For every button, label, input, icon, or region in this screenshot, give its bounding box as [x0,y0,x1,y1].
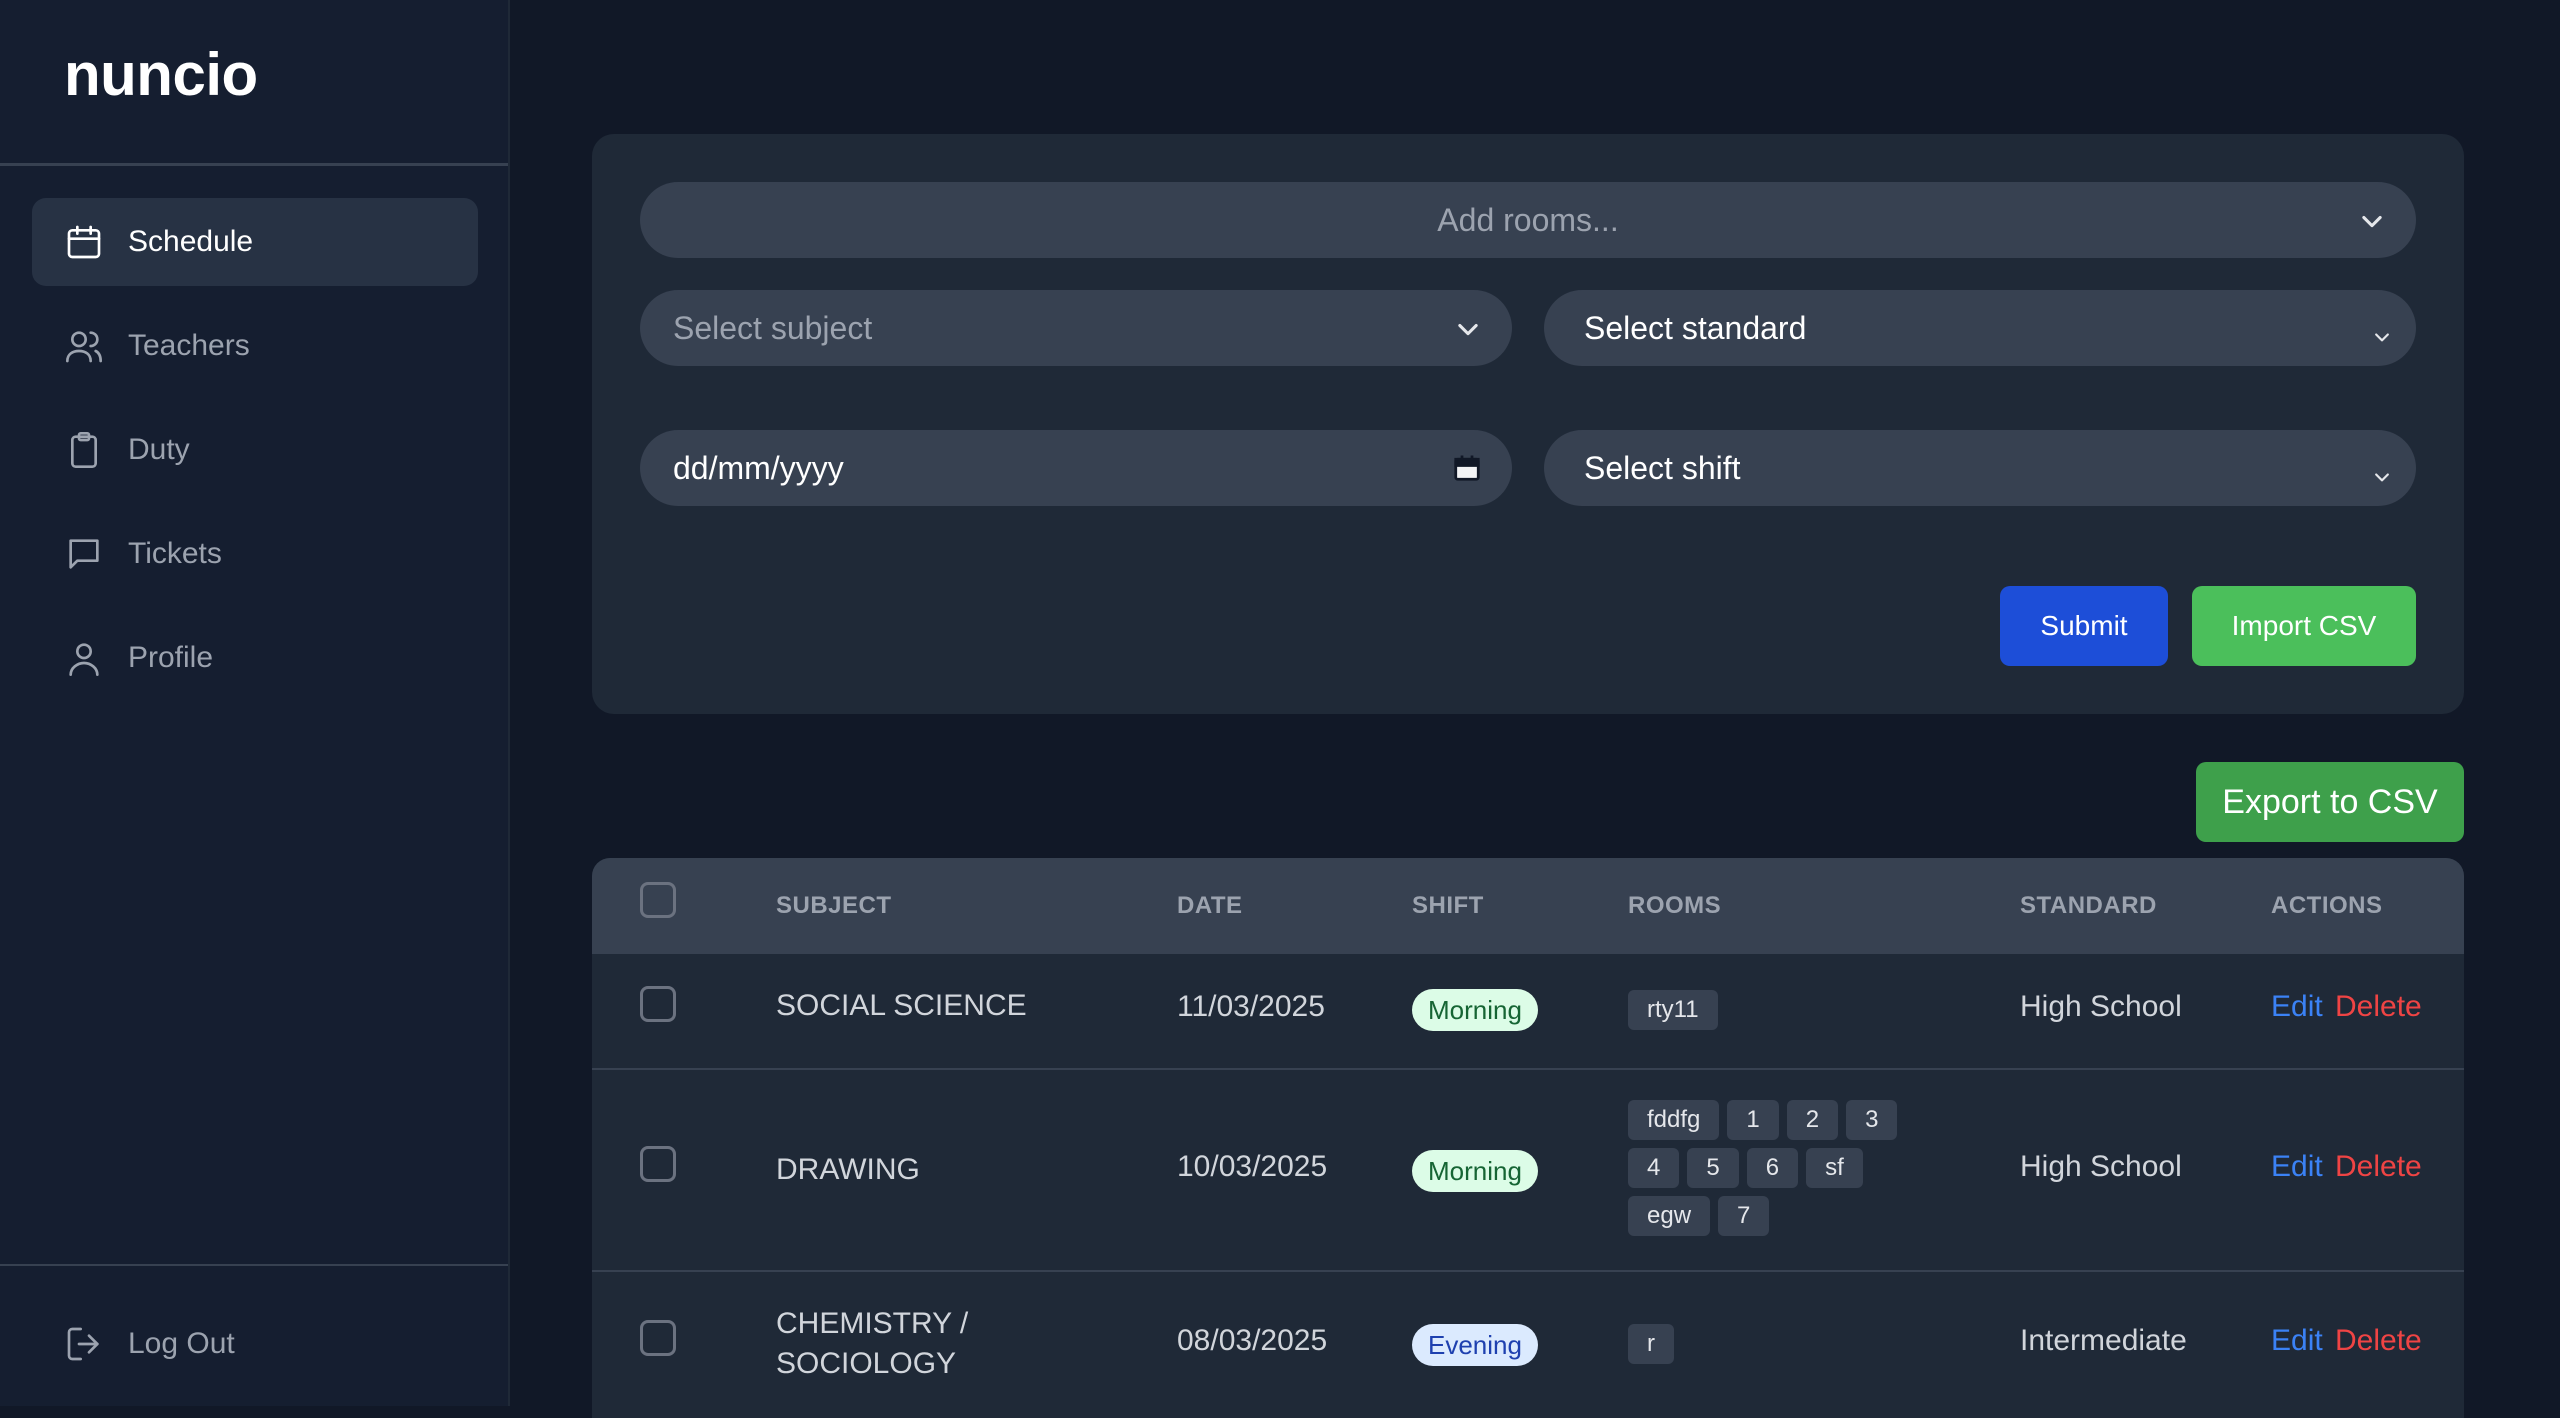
sidebar-item-profile[interactable]: Profile [32,614,478,702]
user-icon [64,638,104,678]
logout-button[interactable]: Log Out [32,1300,478,1388]
table-row: CHEMISTRY / SOCIOLOGY 08/03/2025 Evening… [592,1270,2464,1418]
sidebar-item-duty[interactable]: Duty [32,406,478,494]
rooms-cell: fddfg 1 2 3 4 5 6 sf egw 7 [1628,1100,1918,1236]
export-csv-button[interactable]: Export to CSV [2196,762,2464,842]
sidebar-item-label: Tickets [128,537,222,570]
chevron-down-icon [1454,314,1482,342]
sidebar: nuncio Schedule Teachers Duty Tickets Pr… [0,0,510,1406]
submit-button[interactable]: Submit [2000,586,2168,666]
date-input[interactable]: dd/mm/yyyy [640,430,1512,506]
rooms-multiselect[interactable]: Add rooms... [640,182,2416,258]
standard-cell: High School [2020,990,2182,1023]
date-placeholder: dd/mm/yyyy [673,449,844,486]
row-checkbox[interactable] [640,1320,676,1356]
room-tag: egw [1628,1196,1711,1236]
delete-link[interactable]: Delete [2335,1150,2422,1184]
logout-label: Log Out [128,1327,235,1360]
rooms-placeholder: Add rooms... [1437,201,1619,238]
select-all-checkbox[interactable] [640,882,676,918]
rooms-cell: r [1628,1324,1918,1364]
room-tag: 2 [1786,1100,1839,1140]
subject-cell: DRAWING [776,1153,920,1186]
column-header-shift: SHIFT [1412,892,1484,919]
subject-cell: SOCIAL SCIENCE [776,989,1027,1022]
column-header-subject: SUBJECT [776,892,892,919]
calendar-icon[interactable] [1452,452,1482,484]
import-csv-button[interactable]: Import CSV [2192,586,2416,666]
sidebar-item-teachers[interactable]: Teachers [32,302,478,390]
room-tag: 6 [1746,1148,1799,1188]
rooms-cell: rty11 [1628,990,1918,1030]
subject-cell: CHEMISTRY / SOCIOLOGY [776,1307,969,1380]
chat-icon [64,534,104,574]
column-header-date: DATE [1177,892,1243,919]
calendar-icon [64,222,104,262]
sidebar-item-label: Profile [128,641,214,674]
standard-value: Select standard [1584,309,1807,346]
room-tag: 5 [1687,1148,1739,1188]
app-logo: nuncio [64,41,258,108]
sidebar-divider [0,163,508,166]
date-cell: 11/03/2025 [1177,990,1325,1023]
delete-link[interactable]: Delete [2335,990,2422,1024]
edit-link[interactable]: Edit [2271,1150,2323,1184]
schedule-form-card: Add rooms... Select subject Select stand… [592,134,2464,714]
sidebar-item-label: Schedule [128,225,254,258]
room-tag: 3 [1846,1100,1898,1140]
chevron-down-icon [2372,458,2392,482]
shift-value: Select shift [1584,449,1741,486]
room-tag: sf [1806,1148,1863,1188]
table-header: SUBJECT DATE SHIFT ROOMS STANDARD ACTION… [592,858,2464,954]
room-tag: 4 [1628,1148,1680,1188]
room-tag: 1 [1727,1100,1779,1140]
chevron-down-icon [2358,206,2386,234]
room-tag: 7 [1718,1196,1770,1236]
chevron-down-icon [2372,318,2392,342]
row-checkbox[interactable] [640,986,676,1022]
column-header-rooms: ROOMS [1628,892,1722,919]
sidebar-item-label: Teachers [128,329,250,362]
column-header-standard: STANDARD [2020,892,2157,919]
standard-select[interactable]: Select standard [1544,290,2416,366]
users-icon [64,326,104,366]
edit-link[interactable]: Edit [2271,990,2323,1024]
logout-icon [64,1324,104,1364]
room-tag: r [1628,1324,1674,1364]
sidebar-divider [0,1264,508,1266]
standard-cell: High School [2020,1150,2182,1183]
column-header-actions: ACTIONS [2271,892,2383,919]
room-tag: rty11 [1628,990,1718,1030]
delete-link[interactable]: Delete [2335,1324,2422,1358]
sidebar-item-tickets[interactable]: Tickets [32,510,478,598]
sidebar-item-label: Duty [128,433,190,466]
subject-placeholder: Select subject [673,309,873,346]
sidebar-item-schedule[interactable]: Schedule [32,198,478,286]
date-cell: 10/03/2025 [1177,1150,1328,1183]
subject-select[interactable]: Select subject [640,290,1512,366]
table-row: SOCIAL SCIENCE 11/03/2025 Morning rty11 … [592,954,2464,1068]
room-tag: fddfg [1628,1100,1720,1140]
shift-badge: Morning [1412,1150,1538,1192]
table-row: DRAWING 10/03/2025 Morning fddfg 1 2 3 4… [592,1068,2464,1272]
edit-link[interactable]: Edit [2271,1324,2323,1358]
shift-badge: Evening [1412,1324,1538,1366]
row-checkbox[interactable] [640,1146,676,1182]
schedule-table: SUBJECT DATE SHIFT ROOMS STANDARD ACTION… [592,858,2464,1418]
date-cell: 08/03/2025 [1177,1324,1328,1357]
standard-cell: Intermediate [2020,1324,2187,1357]
shift-select[interactable]: Select shift [1544,430,2416,506]
shift-badge: Morning [1412,989,1538,1031]
clipboard-icon [64,430,104,470]
